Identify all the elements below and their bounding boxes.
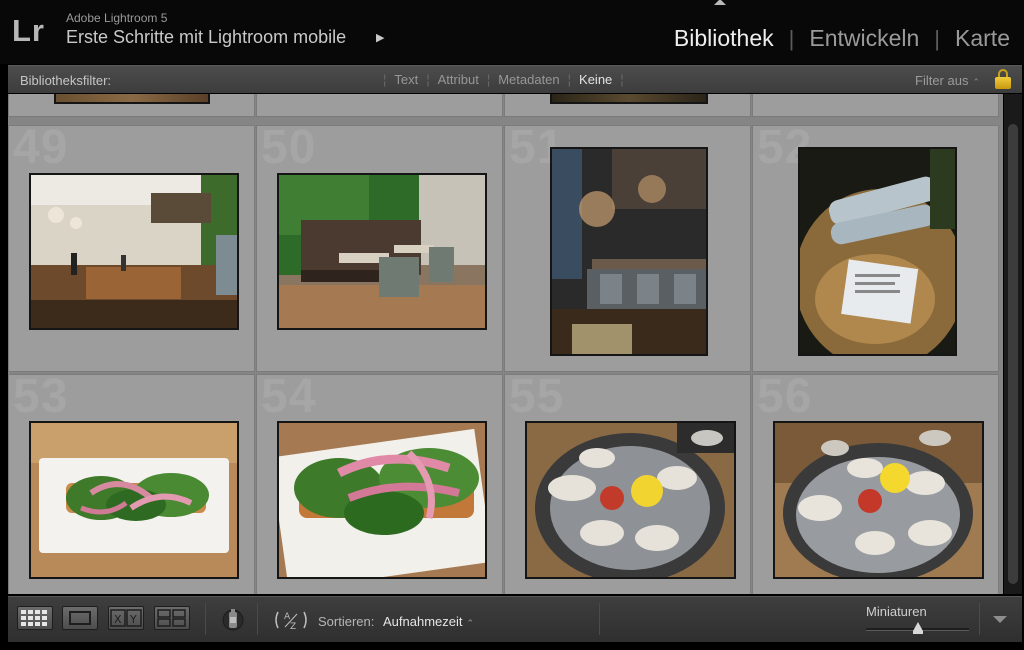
- catalog-name[interactable]: Erste Schritte mit Lightroom mobile: [66, 27, 346, 48]
- app-name: Adobe Lightroom 5: [66, 11, 168, 25]
- cell-index: 49: [13, 125, 69, 174]
- painter-spray-icon[interactable]: [222, 605, 244, 635]
- toolbar-menu-icon[interactable]: [993, 616, 1007, 623]
- grid-cell[interactable]: 53: [8, 374, 255, 594]
- module-develop[interactable]: Entwickeln: [809, 25, 919, 52]
- cell-index: 56: [757, 374, 813, 423]
- cell-index: 55: [509, 374, 565, 423]
- filter-divider: ¦: [620, 72, 624, 87]
- sort-label: Sortieren:: [318, 614, 375, 629]
- thumbnail-previous[interactable]: [550, 94, 708, 104]
- grid-cell[interactable]: 54: [256, 374, 503, 594]
- lightroom-logo: Lr: [12, 13, 45, 48]
- grid-view-icon[interactable]: [17, 606, 53, 630]
- thumbnail-image[interactable]: [525, 421, 736, 579]
- filter-presets-dropdown[interactable]: Filter aus ⌃: [915, 73, 980, 88]
- thumbnail-size-label: Miniaturen: [866, 604, 927, 619]
- thumbnail-grid: 49 50 51 52 53 54 55 56: [8, 94, 1003, 594]
- grid-cell[interactable]: 49: [8, 125, 255, 372]
- module-picker: Bibliothek | Entwickeln | Karte: [674, 25, 1010, 52]
- svg-text:X: X: [114, 613, 122, 626]
- sort-value: Aufnahmezeit: [383, 614, 463, 629]
- chevron-updown-icon: ⌃: [972, 77, 981, 87]
- filter-divider: ¦: [567, 72, 572, 87]
- thumbnail-image[interactable]: [29, 421, 239, 579]
- cell-index: 50: [261, 125, 317, 174]
- thumbnail-previous[interactable]: [54, 94, 210, 104]
- thumbnail-image[interactable]: [773, 421, 984, 579]
- filter-option-attribute[interactable]: Attribut: [438, 72, 479, 87]
- toolbar-separator: [979, 603, 980, 635]
- compare-view-icon[interactable]: X Y: [108, 606, 144, 630]
- filter-divider: ¦: [383, 72, 387, 87]
- filter-bar-label: Bibliotheksfilter:: [20, 73, 112, 88]
- module-separator: |: [934, 25, 941, 51]
- lock-icon[interactable]: [995, 69, 1011, 89]
- module-map[interactable]: Karte: [955, 25, 1010, 52]
- filter-divider: ¦: [486, 72, 491, 87]
- thumbnail-image[interactable]: [798, 147, 957, 356]
- module-separator: |: [788, 25, 795, 51]
- grid-cell[interactable]: 55: [504, 374, 751, 594]
- filter-option-none[interactable]: Keine: [579, 72, 612, 87]
- sort-direction-icon[interactable]: A Z: [272, 608, 310, 632]
- thumbnail-size-slider[interactable]: [866, 622, 969, 634]
- filter-presets-value: Filter aus: [915, 73, 969, 88]
- collapse-top-panel-icon[interactable]: [714, 0, 726, 5]
- grid-cell-previous[interactable]: [256, 94, 503, 117]
- toolbar-separator: [599, 603, 600, 635]
- svg-text:Y: Y: [129, 613, 137, 626]
- grid-cell[interactable]: 50: [256, 125, 503, 372]
- thumbnail-image[interactable]: [29, 173, 239, 330]
- loupe-view-icon[interactable]: [62, 606, 98, 630]
- cell-index: 54: [261, 374, 317, 423]
- grid-cell[interactable]: 51: [504, 125, 751, 372]
- filter-option-text[interactable]: Text: [394, 72, 418, 87]
- svg-text:A: A: [284, 612, 291, 622]
- module-library[interactable]: Bibliothek: [674, 25, 774, 52]
- identity-plate: Lr Adobe Lightroom 5 Erste Schritte mit …: [0, 0, 1024, 64]
- thumbnail-image[interactable]: [277, 173, 487, 330]
- chevron-updown-icon: ⌃: [466, 618, 475, 628]
- library-filter-bar: Bibliotheksfilter: ¦ Text ¦ Attribut ¦ M…: [8, 65, 1022, 93]
- filter-option-metadata[interactable]: Metadaten: [498, 72, 559, 87]
- thumbnail-size-slider-knob[interactable]: [912, 622, 923, 634]
- filter-options: ¦ Text ¦ Attribut ¦ Metadaten ¦ Keine ¦: [375, 72, 632, 87]
- thumbnail-image[interactable]: [277, 421, 487, 579]
- toolbar-separator: [257, 603, 258, 635]
- grid-cell[interactable]: 52: [752, 125, 999, 372]
- catalog-activity-arrow-icon[interactable]: ▶: [376, 31, 384, 44]
- filter-divider: ¦: [426, 72, 430, 87]
- sort-dropdown[interactable]: Aufnahmezeit ⌃: [383, 614, 474, 629]
- survey-view-icon[interactable]: [154, 606, 190, 630]
- bottom-toolbar: X Y A Z Sortieren: Aufnahmezeit ⌃ Miniat…: [8, 596, 1022, 642]
- cell-index: 53: [13, 374, 69, 423]
- grid-cell-previous[interactable]: [752, 94, 999, 117]
- grid-scrollbar[interactable]: [1004, 94, 1022, 594]
- thumbnail-image[interactable]: [550, 147, 708, 356]
- scrollbar-thumb[interactable]: [1008, 124, 1018, 584]
- grid-cell[interactable]: 56: [752, 374, 999, 594]
- svg-text:Z: Z: [290, 622, 296, 632]
- toolbar-separator: [205, 603, 206, 635]
